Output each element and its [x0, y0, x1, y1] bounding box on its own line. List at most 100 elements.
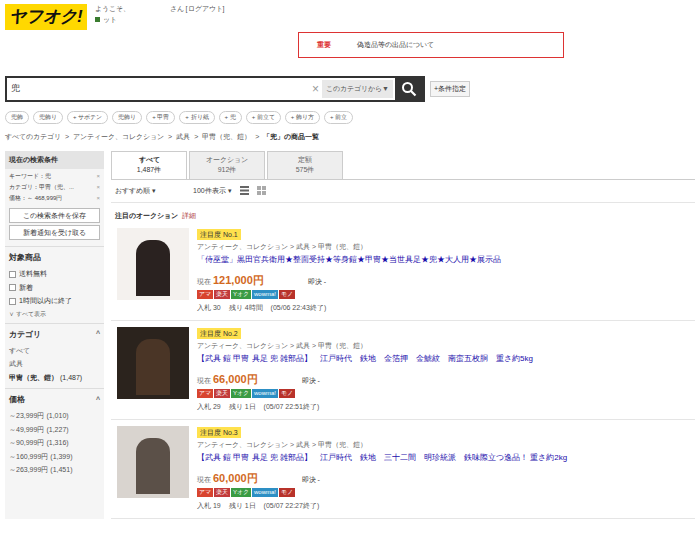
price-item[interactable]: ～90,999円(1,316): [9, 438, 100, 449]
notice-text: 偽造品等の出品について: [349, 40, 434, 51]
search-button[interactable]: [395, 78, 423, 100]
notice-box[interactable]: 重要偽造品等の出品について: [298, 32, 564, 58]
sidebar: 現在の検索条件キーワード：兜×カテゴリ：甲冑（兜、...×価格：～ 468,99…: [5, 151, 104, 519]
item-photo[interactable]: [117, 327, 189, 399]
header: ヤフオク! ようこそ、さん [ログアウト]ット重要偽造品等の出品について: [0, 0, 700, 70]
welcome-text: ようこそ、さん [ログアウト]: [95, 4, 225, 15]
grid-view-icon[interactable]: [257, 186, 266, 195]
tab[interactable]: すべて1,487件: [111, 151, 187, 179]
price-item[interactable]: ～23,999円(1,010): [9, 411, 100, 422]
tab[interactable]: 定額575件: [267, 151, 343, 179]
auction-item[interactable]: 注目度 No.3 アンティーク、コレクション > 武具 > 甲冑（兜、鎧） 【武具 …: [111, 420, 695, 519]
suggestion-chip[interactable]: + 前立て: [246, 111, 281, 124]
rank-badge: 注目度 No.3: [197, 427, 241, 438]
list-view-icon[interactable]: [240, 186, 249, 195]
suggestion-chip[interactable]: + サボテン: [67, 111, 108, 124]
auction-item[interactable]: 注目度 No.2 アンティーク、コレクション > 武具 > 甲冑（兜、鎧） 【武具 …: [111, 321, 695, 420]
condition-item: キーワード：兜×: [9, 172, 100, 181]
breadcrumb-item[interactable]: アンティーク、コレクション: [73, 132, 164, 143]
category-item[interactable]: すべて: [9, 346, 100, 357]
breadcrumb-item[interactable]: すべてのカテゴリ: [5, 132, 61, 143]
featured-detail[interactable]: 詳細: [182, 211, 196, 222]
remove-condition[interactable]: ×: [96, 194, 100, 203]
notice-label: 重要: [299, 33, 349, 57]
item-photo[interactable]: [117, 228, 189, 300]
target-title[interactable]: 対象商品: [5, 246, 104, 269]
target-checkbox[interactable]: 1時間以内に終了: [9, 296, 100, 307]
target-checkbox[interactable]: 送料無料: [9, 269, 100, 280]
current-price: 現在121,000円: [197, 272, 264, 289]
remove-condition[interactable]: ×: [96, 172, 100, 181]
target-checkbox[interactable]: 新着: [9, 283, 100, 294]
shop-tag[interactable]: wowma!: [252, 488, 278, 497]
price-item[interactable]: ～160,999円(1,399): [9, 452, 100, 463]
suggestion-chip[interactable]: 兜飾り: [112, 111, 142, 124]
tab[interactable]: オークション912件: [189, 151, 265, 179]
suggestion-chip[interactable]: + 前立: [324, 111, 353, 124]
show-all[interactable]: ∨ すべて表示: [9, 310, 100, 319]
buyout-price: 即決 -: [302, 376, 320, 387]
category-title[interactable]: カテゴリ^: [5, 323, 104, 346]
shop-tag[interactable]: モノ: [279, 290, 295, 299]
suggestion-chip[interactable]: 兜飾り: [33, 111, 63, 124]
item-photo[interactable]: [117, 426, 189, 498]
price-item[interactable]: ～263,999円(1,451): [9, 465, 100, 476]
suggestion-chip[interactable]: + 兜: [219, 111, 242, 124]
shop-tag[interactable]: wowma!: [252, 389, 278, 398]
shop-tag[interactable]: 楽天: [214, 389, 230, 398]
shop-tag[interactable]: 楽天: [214, 290, 230, 299]
breadcrumb: すべてのカテゴリ>アンティーク、コレクション>武具>甲冑（兜、鎧）>「兜」の商品…: [0, 124, 700, 143]
remove-condition[interactable]: ×: [96, 183, 100, 192]
shop-tag[interactable]: 楽天: [214, 488, 230, 497]
advanced-search[interactable]: +条件指定: [430, 81, 470, 97]
clear-button[interactable]: ×: [309, 80, 322, 98]
buyout-price: 即決 -: [308, 277, 326, 288]
item-title[interactable]: 「侍巫堂」黒田官兵衛用★整面受持★等身鎧★甲冑★当世具足★兜★大人用★展示品: [197, 254, 501, 265]
breadcrumb-item: 「兜」の商品一覧: [263, 132, 319, 143]
shop-tag[interactable]: モノ: [279, 488, 295, 497]
suggestions: 兜飾兜飾り+ サボテン兜飾り+ 甲冑+ 折り紙+ 兜+ 前立て+ 飾り方+ 前立: [0, 102, 700, 124]
breadcrumb-item[interactable]: 甲冑（兜、鎧）: [202, 132, 251, 143]
sort-select[interactable]: おすすめ順 ▾: [115, 186, 185, 197]
auction-item[interactable]: 注目度 No.1 アンティーク、コレクション > 武具 > 甲冑（兜、鎧） 「侍巫堂…: [111, 222, 695, 321]
featured-title: 注目のオークション: [115, 211, 178, 222]
suggestion-chip[interactable]: 兜飾: [5, 111, 29, 124]
shop-tag[interactable]: Yオク: [231, 290, 251, 299]
item-category[interactable]: アンティーク、コレクション > 武具 > 甲冑（兜、鎧）: [197, 242, 501, 252]
logout-link[interactable]: さん [ログアウト]: [170, 5, 225, 12]
logo[interactable]: ヤフオク!: [5, 4, 87, 30]
search-icon: [401, 81, 417, 97]
shop-tag[interactable]: アマ: [197, 488, 213, 497]
save-condition-button[interactable]: この検索条件を保存: [9, 208, 100, 223]
shop-tag[interactable]: wowma!: [252, 290, 278, 299]
rank-badge: 注目度 No.2: [197, 328, 241, 339]
price-item[interactable]: ～49,999円(1,227): [9, 425, 100, 436]
suggestion-chip[interactable]: + 折り紙: [179, 111, 214, 124]
bid-info: 入札 30残り 4時間(05/06 22:43終了): [197, 303, 501, 314]
price-title[interactable]: 価格^: [5, 388, 104, 411]
bid-info: 入札 29残り 1日(05/07 22:51終了): [197, 402, 533, 413]
condition-item: カテゴリ：甲冑（兜、...×: [9, 183, 100, 192]
point-text: ット: [95, 15, 225, 26]
shop-tag[interactable]: アマ: [197, 290, 213, 299]
category-item[interactable]: 甲冑（兜、鎧）(1,487): [9, 373, 100, 384]
item-title[interactable]: 【武具 鎧 甲冑 具足 兜 雑部品】 江戸時代 鉄地 三十二間 明珍統派 鉄味際…: [197, 452, 567, 463]
category-item[interactable]: 武具: [9, 359, 100, 370]
item-title[interactable]: 【武具 鎧 甲冑 具足 兜 雑部品】 江戸時代 鉄地 金箔押 金鯱紋 南蛮五枚胴…: [197, 353, 533, 364]
item-category[interactable]: アンティーク、コレクション > 武具 > 甲冑（兜、鎧）: [197, 440, 567, 450]
shop-tag[interactable]: Yオク: [231, 488, 251, 497]
suggestion-chip[interactable]: + 飾り方: [285, 111, 320, 124]
results: すべて1,487件オークション912件定額575件おすすめ順 ▾ 100件表示 ▾…: [111, 151, 695, 519]
item-category[interactable]: アンティーク、コレクション > 武具 > 甲冑（兜、鎧）: [197, 341, 533, 351]
suggestion-chip[interactable]: + 甲冑: [146, 111, 175, 124]
shop-tag[interactable]: Yオク: [231, 389, 251, 398]
search-input[interactable]: 兜: [7, 82, 309, 96]
per-page-select[interactable]: 100件表示 ▾: [193, 186, 232, 197]
rank-badge: 注目度 No.1: [197, 229, 241, 240]
category-select[interactable]: このカテゴリから▼: [322, 80, 393, 98]
breadcrumb-item[interactable]: 武具: [176, 132, 190, 143]
search-bar: 兜×このカテゴリから▼: [5, 76, 425, 102]
shop-tag[interactable]: アマ: [197, 389, 213, 398]
notify-button[interactable]: 新着通知を受け取る: [9, 225, 100, 240]
shop-tag[interactable]: モノ: [279, 389, 295, 398]
